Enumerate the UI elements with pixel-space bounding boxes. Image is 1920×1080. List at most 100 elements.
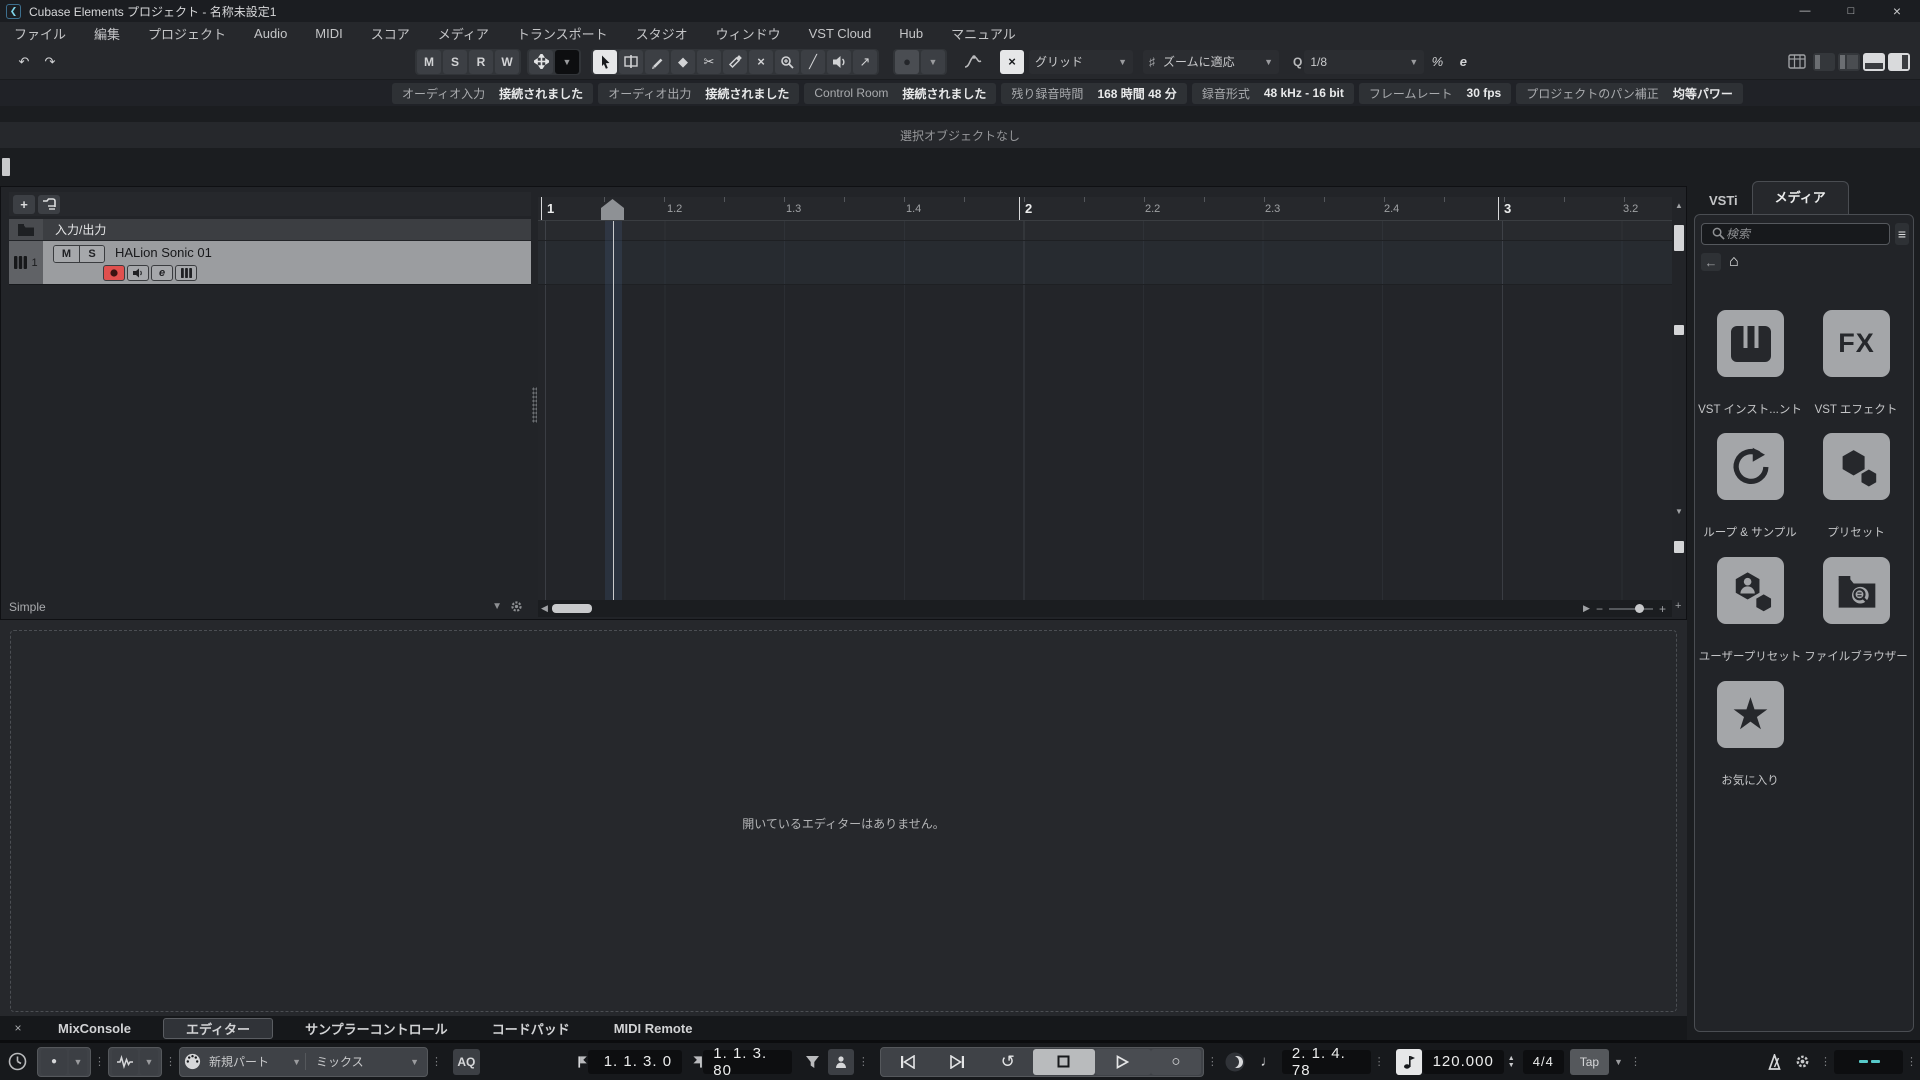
options-ellipsis-icon[interactable]: ⋮ <box>1374 1055 1385 1068</box>
instrument-button[interactable] <box>175 265 197 281</box>
record-time-chip[interactable]: 残り録音時間 168 時間 48 分 <box>1001 82 1187 104</box>
punch-in-flag-icon[interactable] <box>577 1053 588 1071</box>
tab-vsti[interactable]: VSTi <box>1695 193 1752 214</box>
left-zone-toggle-icon[interactable] <box>1813 52 1835 71</box>
tempo-stepper[interactable]: ▲ ▼ <box>1508 1055 1515 1069</box>
punch-out-flag-icon[interactable] <box>692 1053 703 1071</box>
eraser-tool[interactable]: ◆ <box>671 49 695 74</box>
audio-record-dropdown[interactable]: ▼ <box>140 1048 158 1075</box>
scroll-down-icon[interactable]: ▼ <box>1675 507 1683 516</box>
split-tool[interactable]: ✂ <box>697 49 721 74</box>
tab-mixconsole[interactable]: MixConsole <box>36 1016 153 1040</box>
menu-studio[interactable]: スタジオ <box>622 22 702 44</box>
right-zone-toggle-icon[interactable] <box>1888 52 1910 71</box>
scroll-right-icon[interactable]: ▶ <box>1583 603 1590 614</box>
zoom-slider[interactable] <box>1608 603 1653 613</box>
tile-file-browser[interactable] <box>1823 557 1890 624</box>
track-solo-button[interactable]: S <box>79 246 104 262</box>
grid-type-dropdown[interactable]: グリッド ▼ <box>1029 49 1133 74</box>
range-selection-tool[interactable] <box>619 49 643 74</box>
left-divider-handle[interactable] <box>2 158 10 176</box>
frame-rate-chip[interactable]: フレームレート 30 fps <box>1358 82 1512 104</box>
solo-all-button[interactable]: S <box>443 49 467 74</box>
menu-midi[interactable]: MIDI <box>301 22 356 44</box>
comp-tool[interactable]: ↗ <box>853 49 877 74</box>
tempo-down-icon[interactable]: ▼ <box>1508 1062 1515 1069</box>
menu-edit[interactable]: 編集 <box>80 22 134 44</box>
go-to-end-button[interactable] <box>933 1049 983 1075</box>
cycle-button[interactable]: ↺ <box>983 1049 1033 1075</box>
horizontal-scrollbar[interactable]: ◀ ▶ − + <box>538 600 1672 617</box>
object-selection-tool[interactable] <box>593 49 617 74</box>
glue-tool[interactable] <box>723 49 747 74</box>
quantize-dropdown[interactable]: 1/8 ▼ <box>1304 49 1425 74</box>
timeline-ruler[interactable]: 1 1.2 1.3 1.4 2 2.2 2.3 2.4 3 3.2 <box>538 197 1672 221</box>
track-mute-button[interactable]: M <box>54 246 79 262</box>
control-room-chip[interactable]: Control Room 接続されました <box>804 82 997 104</box>
inspector-toggle-icon[interactable] <box>1838 52 1860 71</box>
add-track-button[interactable]: + <box>13 194 35 214</box>
options-ellipsis-icon[interactable]: ⋮ <box>858 1055 869 1068</box>
mute-tool[interactable]: × <box>749 49 773 74</box>
midi-cycle-mode-dropdown[interactable]: ミックス ▼ <box>305 1053 423 1070</box>
snap-toggle[interactable]: × <box>1000 49 1024 74</box>
options-ellipsis-icon[interactable]: ⋮ <box>1820 1055 1831 1068</box>
mute-all-button[interactable]: M <box>417 49 441 74</box>
options-ellipsis-icon[interactable]: ⋮ <box>1906 1055 1917 1068</box>
zoom-out-icon[interactable]: − <box>1596 602 1603 616</box>
punch-in-time-display[interactable]: 1. 1. 3. 0 <box>587 1049 683 1074</box>
mixer-view-icon[interactable] <box>1785 50 1809 74</box>
auto-scroll-options-dropdown[interactable]: ▼ <box>555 49 579 74</box>
menu-project[interactable]: プロジェクト <box>134 22 240 44</box>
stop-button[interactable] <box>1032 1048 1095 1075</box>
zoom-slider-knob[interactable] <box>1634 603 1644 613</box>
event-display[interactable] <box>538 221 1672 600</box>
redo-icon[interactable]: ↷ <box>38 50 62 74</box>
color-dropdown[interactable]: ▼ <box>921 49 945 74</box>
punch-out-time-display[interactable]: 1. 1. 3. 80 <box>703 1045 792 1079</box>
preset-name[interactable]: Simple <box>9 600 46 614</box>
secondary-time-display[interactable]: 2. 1. 4. 78 <box>1281 1045 1371 1079</box>
audio-input-chip[interactable]: オーディオ入力 接続されました <box>392 82 594 104</box>
home-icon[interactable]: ⌂ <box>1729 253 1739 271</box>
media-search-input[interactable] <box>1701 223 1890 245</box>
auto-quantize-button[interactable]: AQ <box>453 1048 480 1075</box>
tab-chord-pads[interactable]: コードパッド <box>470 1016 592 1040</box>
monitor-button[interactable] <box>127 265 149 281</box>
record-enable-button[interactable] <box>103 265 125 281</box>
options-ellipsis-icon[interactable]: ⋮ <box>94 1055 105 1068</box>
tile-user-presets[interactable] <box>1717 557 1784 624</box>
marker-person-icon[interactable] <box>827 1048 854 1075</box>
back-icon[interactable]: ← <box>1701 253 1721 271</box>
menu-vstcloud[interactable]: VST Cloud <box>795 22 886 44</box>
menu-media[interactable]: メディア <box>424 22 503 44</box>
time-signature-display[interactable]: 4/4 <box>1522 1049 1564 1074</box>
options-ellipsis-icon[interactable]: ⋮ <box>1630 1055 1641 1068</box>
quantize-panel-icon[interactable]: e <box>1451 50 1475 74</box>
play-button[interactable] <box>1094 1048 1151 1075</box>
tile-loops-samples[interactable] <box>1717 433 1784 500</box>
line-tool[interactable]: ╱ <box>801 49 825 74</box>
audio-output-chip[interactable]: オーディオ出力 接続されました <box>598 82 800 104</box>
read-automation-button[interactable]: R <box>469 49 493 74</box>
vertical-scrollbar[interactable]: ▲ ▼ + <box>1672 197 1686 616</box>
scroll-left-icon[interactable]: ◀ <box>541 603 548 614</box>
tap-tempo-button[interactable]: Tap <box>1569 1048 1610 1075</box>
menu-hub[interactable]: Hub <box>885 22 937 44</box>
tempo-track-icon[interactable] <box>1395 1048 1422 1075</box>
midi-record-mode-dropdown[interactable]: 新規パート ▼ <box>201 1053 305 1070</box>
options-ellipsis-icon[interactable]: ⋮ <box>431 1055 442 1068</box>
vzoom-thumb2[interactable] <box>1674 541 1684 553</box>
menu-audio[interactable]: Audio <box>240 22 301 44</box>
tile-vst-instruments[interactable] <box>1717 310 1784 377</box>
pan-law-chip[interactable]: プロジェクトのパン補正 均等パワー <box>1516 82 1743 104</box>
setup-gear-icon[interactable] <box>510 600 523 613</box>
hscroll-thumb[interactable] <box>551 604 592 613</box>
tab-editor[interactable]: エディター <box>162 1017 274 1039</box>
play-tool[interactable] <box>827 49 851 74</box>
menu-window[interactable]: ウィンドウ <box>702 22 795 44</box>
audio-record-mode-icon[interactable] <box>112 1048 138 1075</box>
write-automation-button[interactable]: W <box>495 49 519 74</box>
options-ellipsis-icon[interactable]: ⋮ <box>1207 1055 1218 1068</box>
metronome-icon[interactable] <box>1762 1049 1788 1075</box>
